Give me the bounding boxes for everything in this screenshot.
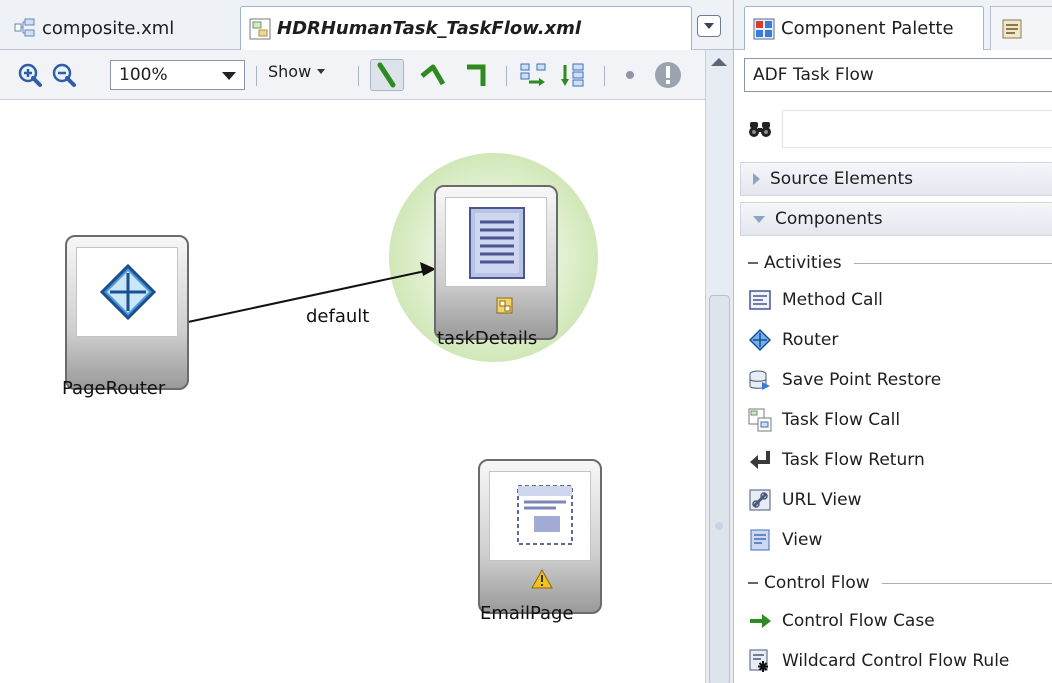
section-source-elements[interactable]: Source Elements	[740, 162, 1052, 196]
task-flow-call-icon	[748, 408, 772, 432]
view-icon	[469, 207, 525, 279]
item-label: Task Flow Return	[782, 450, 925, 470]
url-view-icon	[749, 489, 771, 511]
diagram-editor: composite.xml HDRHumanTask_TaskFlow.xml	[0, 0, 733, 683]
item-label: View	[782, 530, 823, 550]
node-label-task-details: taskDetails	[437, 328, 538, 349]
method-call-icon	[749, 290, 771, 310]
palette-select-value: ADF Task Flow	[753, 65, 874, 85]
group-control-flow[interactable]: Control Flow	[748, 572, 1052, 594]
group-label: Activities	[764, 253, 842, 273]
section-components[interactable]: Components	[740, 202, 1052, 236]
palette-tab-label: Component Palette	[781, 18, 954, 39]
item-label: Control Flow Case	[782, 611, 935, 631]
node-inner	[445, 197, 547, 287]
item-label: Router	[782, 330, 839, 350]
item-label: Wildcard Control Flow Rule	[782, 651, 1010, 671]
view-icon	[750, 529, 770, 551]
palette-item-task-flow-return[interactable]: Task Flow Return	[748, 443, 1052, 477]
group-label: Control Flow	[764, 573, 870, 593]
collapse-icon	[748, 582, 758, 584]
chevron-right-icon	[753, 173, 760, 185]
palette-item-router[interactable]: Router	[748, 323, 1052, 357]
palette-item-view[interactable]: View	[748, 523, 1052, 557]
palette-search-input[interactable]	[782, 110, 1052, 148]
item-label: Task Flow Call	[782, 410, 901, 430]
scrollbar-thumb[interactable]	[709, 295, 730, 683]
component-palette-icon	[753, 18, 775, 39]
editor-scrollbar[interactable]	[705, 50, 733, 683]
palette-library-select[interactable]: ADF Task Flow	[744, 58, 1052, 92]
palette-item-task-flow-call[interactable]: Task Flow Call	[748, 403, 1052, 437]
node-box	[478, 459, 602, 614]
node-inner	[76, 247, 178, 337]
node-label-page-router: PageRouter	[62, 378, 166, 399]
palette-item-save-point-restore[interactable]: Save Point Restore	[748, 363, 1052, 397]
page-definition-icon	[496, 297, 513, 314]
control-flow-case-icon	[750, 614, 771, 628]
item-label: Save Point Restore	[782, 370, 942, 390]
router-icon	[99, 263, 157, 321]
collapse-icon	[748, 262, 758, 264]
page-icon	[517, 485, 573, 545]
tab-component-palette[interactable]: Component Palette	[744, 6, 984, 50]
scrollbar-grip-icon	[715, 522, 723, 530]
section-label: Source Elements	[770, 169, 914, 189]
binoculars-icon	[749, 122, 771, 137]
group-divider	[881, 582, 1052, 584]
save-point-restore-icon	[749, 370, 770, 390]
component-palette: Component Palette ADF Task Flow Source E…	[733, 0, 1052, 683]
chevron-down-icon	[753, 215, 765, 223]
item-label: Method Call	[782, 290, 883, 310]
tab-next-panel[interactable]	[990, 6, 1052, 50]
group-divider	[853, 262, 1052, 264]
node-box	[434, 185, 558, 340]
warning-icon	[531, 569, 553, 589]
item-label: URL View	[782, 490, 862, 510]
wildcard-rule-icon	[749, 649, 768, 672]
palette-search	[734, 104, 1052, 154]
palette-item-url-view[interactable]: URL View	[748, 483, 1052, 517]
node-inner	[489, 471, 591, 561]
group-activities[interactable]: Activities	[748, 252, 1052, 274]
edge-label: default	[306, 306, 370, 327]
node-label-email-page: EmailPage	[480, 603, 574, 624]
scroll-up-icon[interactable]	[711, 58, 727, 66]
node-box	[65, 235, 189, 390]
task-flow-return-icon	[750, 451, 770, 469]
palette-item-control-flow-case[interactable]: Control Flow Case	[748, 604, 1052, 638]
section-label: Components	[775, 209, 883, 229]
properties-icon	[1002, 19, 1022, 38]
palette-tab-bar: Component Palette	[734, 0, 1052, 50]
palette-item-wildcard-control-flow-rule[interactable]: Wildcard Control Flow Rule	[748, 644, 1052, 678]
palette-item-method-call[interactable]: Method Call	[748, 283, 1052, 317]
router-icon	[748, 328, 772, 352]
